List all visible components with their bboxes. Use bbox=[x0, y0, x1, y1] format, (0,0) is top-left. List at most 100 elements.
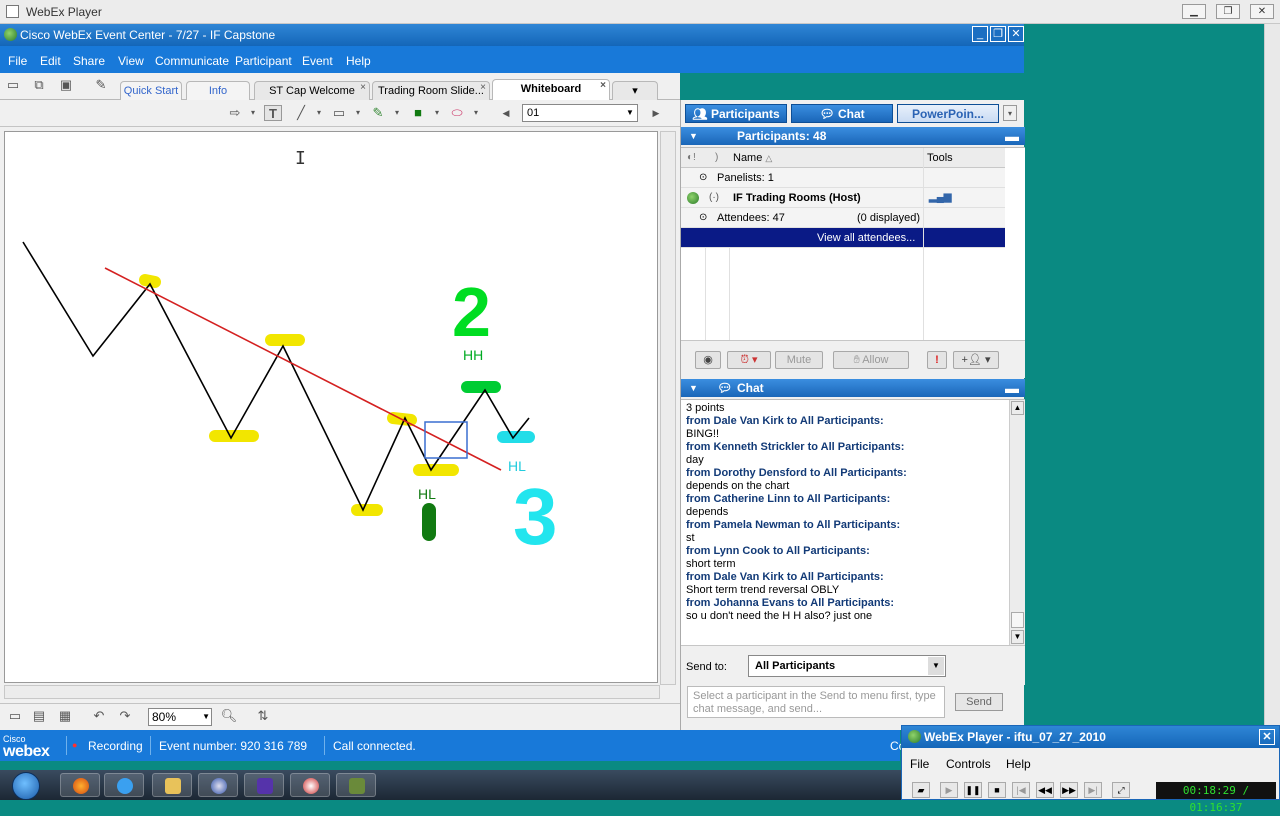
column-tools[interactable]: Tools bbox=[927, 148, 953, 168]
redo-icon[interactable]: ↷ bbox=[116, 708, 134, 724]
annotate-icon[interactable]: ✎ bbox=[92, 77, 110, 93]
panel-tab-chat[interactable]: 💬︎ Chat bbox=[791, 104, 893, 123]
chat-scrollbar[interactable]: ▲ ▼ bbox=[1009, 400, 1025, 645]
tab-overflow-dropdown[interactable]: ▾ bbox=[612, 81, 658, 100]
menu-edit[interactable]: Edit bbox=[40, 54, 61, 68]
line-dropdown-icon[interactable]: ▾ bbox=[314, 105, 324, 121]
rectangle-dropdown-icon[interactable]: ▾ bbox=[353, 105, 363, 121]
highlighter-dropdown-icon[interactable]: ▾ bbox=[392, 105, 402, 121]
mini-menu-help[interactable]: Help bbox=[1006, 757, 1031, 771]
layout-icon[interactable]: ▭ bbox=[6, 708, 24, 724]
send-to-select[interactable]: All Participants ▼ bbox=[748, 655, 946, 677]
minimize-section-icon[interactable]: ▬ bbox=[1005, 379, 1019, 397]
magnifier-icon[interactable]: 🔍︎ bbox=[220, 708, 238, 724]
menu-help[interactable]: Help bbox=[346, 54, 371, 68]
taskbar-internet-explorer[interactable] bbox=[104, 773, 144, 797]
fullscreen-icon[interactable]: ▣ bbox=[57, 77, 75, 93]
windows-icon[interactable]: ⧉ bbox=[30, 77, 48, 93]
menu-file[interactable]: File bbox=[8, 54, 27, 68]
menu-share[interactable]: Share bbox=[73, 54, 105, 68]
add-participant-icon[interactable]: +👤︎ ▾ bbox=[953, 351, 999, 369]
pointer-arrow-icon[interactable]: ⇨ bbox=[226, 105, 244, 121]
participants-header[interactable]: ▼ Participants: 48 ▬ bbox=[681, 127, 1025, 145]
line-tool-icon[interactable]: ╱ bbox=[292, 105, 310, 121]
undo-icon[interactable]: ↶ bbox=[90, 708, 108, 724]
tab-whiteboard[interactable]: Whiteboard × bbox=[492, 79, 610, 100]
player-scrollbar[interactable] bbox=[1264, 24, 1280, 770]
allow-button[interactable]: ✋︎ Allow bbox=[833, 351, 909, 369]
menu-view[interactable]: View bbox=[118, 54, 144, 68]
mini-menu-controls[interactable]: Controls bbox=[946, 757, 991, 771]
scroll-thumb[interactable] bbox=[1011, 612, 1024, 628]
fast-forward-icon[interactable]: ▶▶ bbox=[1060, 782, 1078, 798]
close-tab-icon[interactable]: × bbox=[360, 79, 366, 97]
webex-restore-button[interactable]: ❐ bbox=[990, 26, 1006, 42]
panel-tab-powerpoint[interactable]: PowerPoin... bbox=[897, 104, 999, 123]
tab-trading-room-slide[interactable]: Trading Room Slide... × bbox=[372, 81, 490, 100]
whiteboard-horizontal-scrollbar[interactable] bbox=[4, 685, 660, 699]
webex-minimize-button[interactable]: _ bbox=[972, 26, 988, 42]
color-dropdown-icon[interactable]: ▾ bbox=[432, 105, 442, 121]
previous-page-icon[interactable]: ◀ bbox=[497, 105, 515, 121]
record-icon[interactable]: ◉ bbox=[695, 351, 721, 369]
webex-close-button[interactable]: ✕ bbox=[1008, 26, 1024, 42]
text-tool-icon[interactable]: T bbox=[264, 105, 282, 121]
chat-header[interactable]: ▼ 💬︎ Chat ▬ bbox=[681, 379, 1025, 397]
chat-message-input[interactable]: Select a participant in the Send to menu… bbox=[687, 686, 945, 718]
taskbar-firefox[interactable] bbox=[60, 773, 100, 797]
page-select[interactable]: 01 ▼ bbox=[522, 104, 638, 122]
taskbar-media[interactable] bbox=[198, 773, 238, 797]
menu-participant[interactable]: Participant bbox=[235, 54, 292, 68]
whiteboard-vertical-scrollbar[interactable] bbox=[660, 131, 676, 685]
panel-tab-participants[interactable]: 👥︎ Participants bbox=[685, 104, 787, 123]
panelists-group-row[interactable]: ⊙ Panelists: 1 bbox=[681, 168, 1005, 188]
zoom-select[interactable]: 80% ▼ bbox=[148, 708, 212, 726]
fullscreen-icon[interactable]: ⤢ bbox=[1112, 782, 1130, 798]
split-view-icon[interactable]: ▦ bbox=[56, 708, 74, 724]
sync-display-icon[interactable]: ⇅ bbox=[254, 708, 272, 724]
view-all-attendees-row[interactable]: View all attendees... bbox=[681, 228, 1005, 248]
next-page-icon[interactable]: ▶ bbox=[647, 105, 665, 121]
start-button[interactable] bbox=[12, 772, 40, 800]
mini-menu-file[interactable]: File bbox=[910, 757, 929, 771]
menu-event[interactable]: Event bbox=[302, 54, 333, 68]
color-picker-icon[interactable]: ■ bbox=[409, 105, 427, 121]
mini-player-close-icon[interactable]: ✕ bbox=[1259, 729, 1275, 745]
eraser-dropdown-icon[interactable]: ▾ bbox=[471, 105, 481, 121]
view-all-attendees-link[interactable]: View all attendees... bbox=[817, 228, 915, 248]
menu-communicate[interactable]: Communicate bbox=[155, 54, 229, 68]
tab-info[interactable]: Info bbox=[186, 81, 250, 100]
thumbnail-icon[interactable]: ▤ bbox=[30, 708, 48, 724]
scroll-up-icon[interactable]: ▲ bbox=[1011, 401, 1024, 415]
taskbar-explorer[interactable] bbox=[152, 773, 192, 797]
close-tab-icon[interactable]: × bbox=[600, 77, 606, 95]
send-button[interactable]: Send bbox=[955, 693, 1003, 711]
skip-end-icon[interactable]: ▶| bbox=[1084, 782, 1102, 798]
taskbar-app[interactable] bbox=[244, 773, 284, 797]
host-row[interactable]: (·) IF Trading Rooms (Host) ▂▄▆ bbox=[681, 188, 1005, 208]
rectangle-tool-icon[interactable]: ▭ bbox=[330, 105, 348, 121]
close-button[interactable]: ✕ bbox=[1250, 4, 1274, 19]
minimize-section-icon[interactable]: ▬ bbox=[1005, 127, 1019, 145]
tab-quick-start[interactable]: Quick Start bbox=[120, 81, 182, 100]
stop-icon[interactable]: ■ bbox=[988, 782, 1006, 798]
skip-start-icon[interactable]: |◀ bbox=[1012, 782, 1030, 798]
taskbar-app-2[interactable] bbox=[290, 773, 330, 797]
alert-icon[interactable]: ! bbox=[927, 351, 947, 369]
open-file-icon[interactable]: ▰ bbox=[912, 782, 930, 798]
close-tab-icon[interactable]: × bbox=[480, 79, 486, 97]
column-name[interactable]: Name △ bbox=[733, 148, 772, 168]
whiteboard-canvas[interactable]: 2 HH HL HL 3 I bbox=[4, 131, 658, 683]
pointer-dropdown-icon[interactable]: ▾ bbox=[248, 105, 258, 121]
eraser-icon[interactable]: ⬭ bbox=[448, 105, 466, 121]
scroll-down-icon[interactable]: ▼ bbox=[1011, 630, 1024, 644]
attendees-group-row[interactable]: ⊙ Attendees: 47 (0 displayed) bbox=[681, 208, 1005, 228]
tab-st-cap-welcome[interactable]: ST Cap Welcome × bbox=[254, 81, 370, 100]
maximize-button[interactable]: ❐ bbox=[1216, 4, 1240, 19]
new-document-icon[interactable]: ▭ bbox=[4, 77, 22, 93]
pause-icon[interactable]: ❚❚ bbox=[964, 782, 982, 798]
alarm-clock-icon[interactable]: ⏰︎ ▾ bbox=[727, 351, 771, 369]
rewind-icon[interactable]: ◀◀ bbox=[1036, 782, 1054, 798]
panel-options-icon[interactable]: ▾ bbox=[1003, 105, 1017, 121]
minimize-button[interactable]: ▁ bbox=[1182, 4, 1206, 19]
